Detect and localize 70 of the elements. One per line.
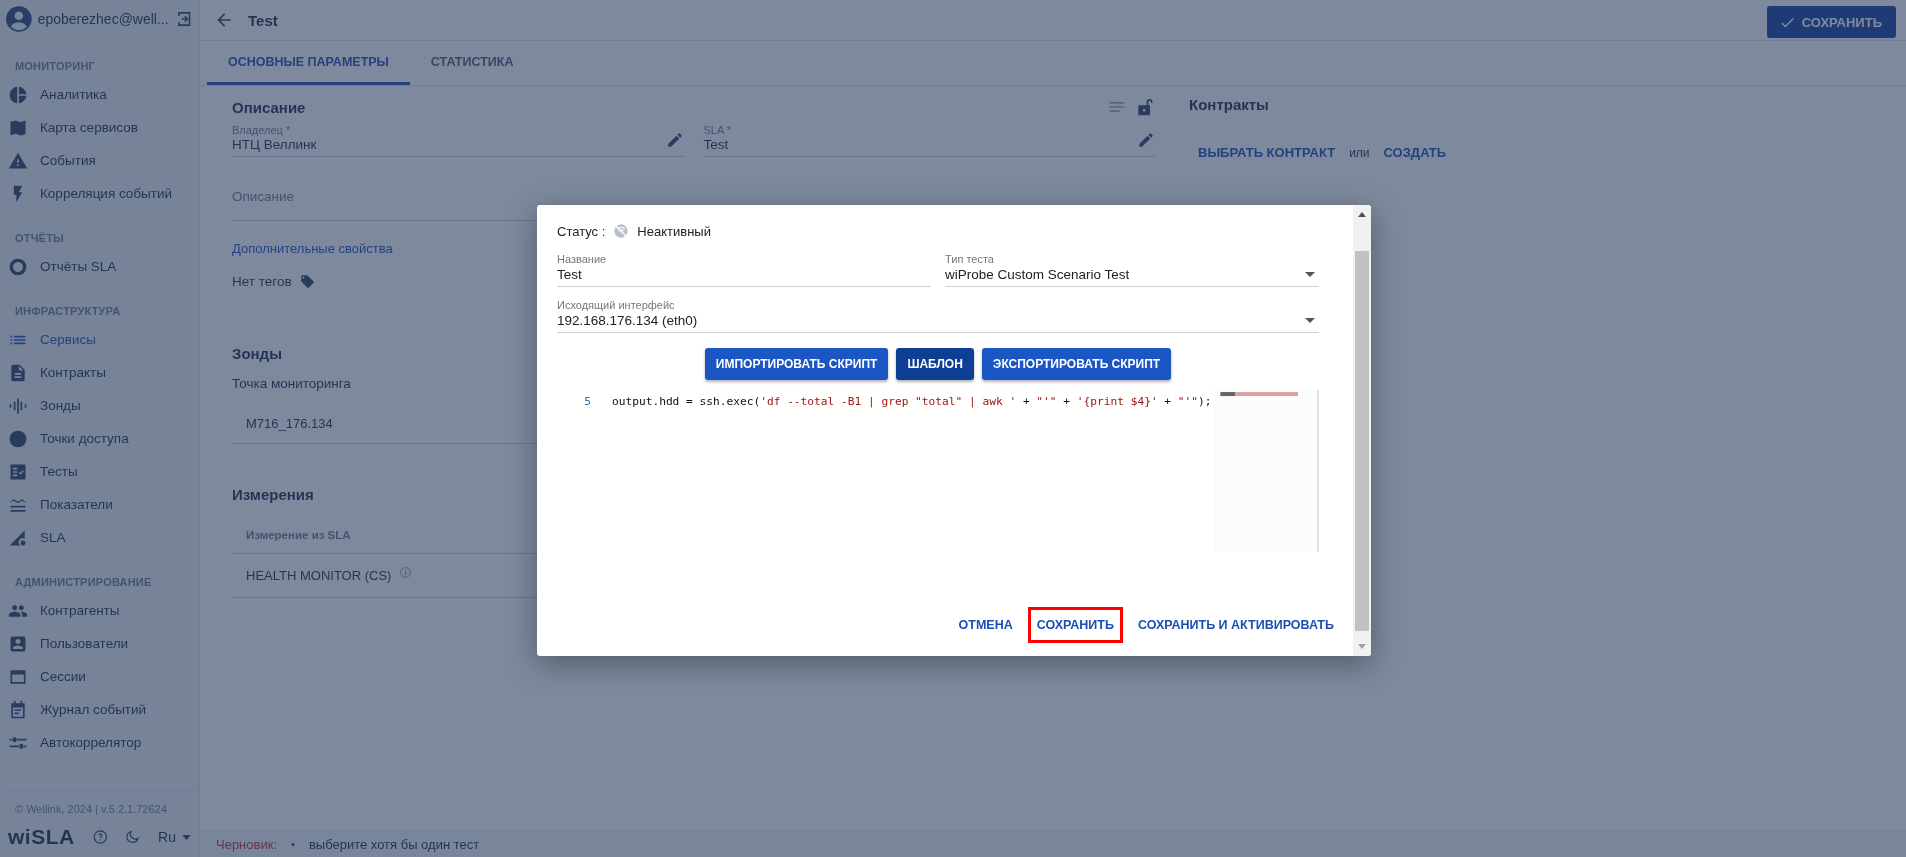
status-value: Неактивный — [637, 223, 711, 239]
sidebar-item[interactable]: Тесты — [0, 455, 199, 488]
script-button[interactable]: ЭКСПОРТИРОВАТЬ СКРИПТ — [981, 348, 1172, 380]
sidebar-item[interactable]: Показатели — [0, 488, 199, 521]
choose-contract-link[interactable]: ВЫБРАТЬ КОНТРАКТ — [1198, 145, 1336, 160]
help-icon[interactable] — [92, 827, 108, 847]
dialog-button[interactable]: СОХРАНИТЬ — [1027, 607, 1123, 643]
sidebar-item[interactable]: Аналитика — [0, 78, 199, 111]
info-icon[interactable] — [399, 566, 413, 579]
sidebar-item[interactable]: Сервисы — [0, 323, 199, 356]
scrollbar[interactable] — [1353, 205, 1371, 656]
line-number: 5 — [583, 395, 591, 408]
document-icon — [8, 362, 28, 383]
code-line: output.hdd = ssh.exec('df --total -B1 | grep "total" | awk ' + "'" + '{print $4}' + "'"); — [612, 395, 1212, 408]
dropdown-arrow-icon — [1305, 318, 1315, 323]
sidebar-item[interactable]: Отчёты SLA — [0, 250, 199, 283]
section-title: Измерения — [232, 486, 315, 503]
language-select[interactable]: Ru — [158, 829, 191, 845]
user-email: epoberezhec@well... — [37, 11, 169, 27]
select-field[interactable]: Исходящий интерфейс 192.168.176.134 (eth0) — [557, 299, 1319, 333]
sidebar-item[interactable]: Точки доступа — [0, 422, 199, 455]
tab[interactable]: СТАТИСТИКА — [409, 41, 535, 85]
table-cell: HEALTH MONITOR (CS) — [246, 568, 392, 583]
sidebar-item[interactable]: Пользователи — [0, 627, 199, 660]
pencil-icon[interactable] — [1137, 130, 1155, 149]
calendar-icon — [8, 699, 28, 720]
sidebar-item[interactable]: События — [0, 144, 199, 177]
sidebar-item[interactable]: Автокоррелятор — [0, 726, 199, 759]
pencil-icon[interactable] — [665, 130, 684, 149]
tag-icon[interactable] — [299, 274, 315, 289]
disabled-signal-icon — [613, 223, 630, 239]
unlocked-lock-icon[interactable] — [1135, 97, 1155, 117]
tags-text: Нет тегов — [232, 274, 292, 289]
input-field[interactable]: Название Test — [557, 253, 931, 287]
logo: wiSLA — [8, 825, 75, 849]
bullet: • — [291, 838, 295, 850]
sidebar-item[interactable]: Карта сервисов — [0, 111, 199, 144]
script-button[interactable]: ШАБЛОН — [896, 348, 974, 380]
tab[interactable]: ОСНОВНЫЕ ПАРАМЕТРЫ — [207, 41, 410, 85]
input-field[interactable]: SLA * Test — [703, 124, 1155, 157]
page-title: Test — [248, 11, 278, 29]
section-title: Контракты — [1189, 96, 1270, 113]
circle-icon — [8, 428, 28, 449]
status-label: Статус : — [557, 223, 606, 239]
select-field[interactable]: Тип теста wiProbe Custom Scenario Test — [945, 253, 1319, 287]
avatar-icon — [6, 5, 32, 33]
sidebar-item[interactable]: Зонды — [0, 389, 199, 422]
sidebar-item[interactable]: Корреляция событий — [0, 177, 199, 210]
dropdown-arrow-icon — [1305, 272, 1315, 277]
save-button[interactable]: СОХРАНИТЬ — [1766, 6, 1896, 38]
sidebar-item[interactable]: SLA — [0, 521, 199, 554]
section-title: Описание — [232, 98, 306, 116]
sidebar-item[interactable]: Контракты — [0, 356, 199, 389]
dialog-button[interactable]: ОТМЕНА — [949, 607, 1022, 643]
draft-label: Черновик: — [216, 836, 277, 852]
caret-icon — [182, 834, 191, 840]
section-title: Зонды — [232, 345, 283, 362]
additional-properties-link[interactable]: Дополнительные свойства — [232, 241, 393, 256]
sidebar-item[interactable]: Сессии — [0, 660, 199, 693]
or-text: или — [1349, 145, 1370, 160]
script-button[interactable]: ИМПОРТИРОВАТЬ СКРИПТ — [704, 348, 889, 380]
pie-chart-icon — [8, 84, 28, 105]
field-label: Точка мониторинга — [232, 376, 352, 391]
ring-icon — [8, 256, 28, 277]
sidebar-item[interactable]: Журнал событий — [0, 693, 199, 726]
status-message: выберите хотя бы один тест — [308, 836, 480, 852]
sidebar-item[interactable]: Контрагенты — [0, 594, 199, 627]
input-field[interactable]: Владелец * НТЦ Веллинк — [232, 124, 684, 157]
dialog-button[interactable]: СОХРАНИТЬ И АКТИВИРОВАТЬ — [1128, 607, 1343, 643]
create-link[interactable]: СОЗДАТЬ — [1383, 145, 1447, 160]
